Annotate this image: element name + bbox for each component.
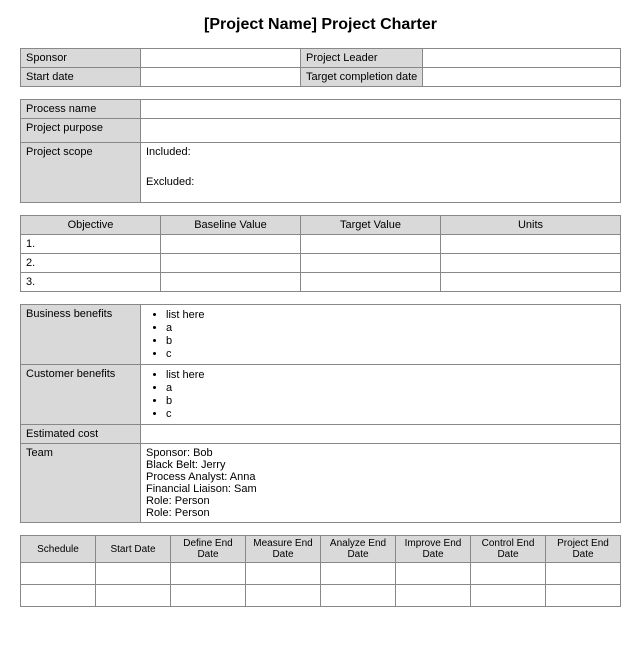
target-2 — [301, 254, 441, 273]
estimated-cost-label: Estimated cost — [21, 425, 141, 444]
schedule-row2-start — [96, 585, 171, 607]
project-leader-label: Project Leader — [301, 49, 423, 68]
list-item: c — [166, 348, 615, 360]
list-item: b — [166, 335, 615, 347]
benefits-table: Business benefits list here a b c Custom… — [20, 304, 621, 523]
obj-2: 2. — [21, 254, 161, 273]
page-title: [Project Name] Project Charter — [20, 16, 621, 34]
schedule-row1-control — [471, 563, 546, 585]
business-benefits-label: Business benefits — [21, 305, 141, 365]
table-row — [21, 563, 621, 585]
units-1 — [441, 235, 621, 254]
target-1 — [301, 235, 441, 254]
improve-end-date-header: Improve End Date — [396, 536, 471, 563]
units-header: Units — [441, 216, 621, 235]
included-label: Included: — [146, 146, 615, 158]
schedule-row1-analyze — [321, 563, 396, 585]
baseline-2 — [161, 254, 301, 273]
schedule-table: Schedule Start Date Define End Date Meas… — [20, 535, 621, 607]
objectives-table: Objective Baseline Value Target Value Un… — [20, 215, 621, 292]
project-scope-label: Project scope — [21, 143, 141, 203]
define-end-date-header: Define End Date — [171, 536, 246, 563]
list-item: a — [166, 382, 615, 394]
process-name-label: Process name — [21, 100, 141, 119]
measure-end-date-header: Measure End Date — [246, 536, 321, 563]
baseline-1 — [161, 235, 301, 254]
units-3 — [441, 273, 621, 292]
team-label: Team — [21, 444, 141, 523]
schedule-row1-project — [546, 563, 621, 585]
start-date-label: Start date — [21, 68, 141, 87]
table-row: 1. — [21, 235, 621, 254]
project-purpose-value — [141, 119, 621, 143]
schedule-row1-improve — [396, 563, 471, 585]
project-end-date-header: Project End Date — [546, 536, 621, 563]
schedule-row1-schedule — [21, 563, 96, 585]
sponsor-value — [141, 49, 301, 68]
schedule-row1-define — [171, 563, 246, 585]
obj-3: 3. — [21, 273, 161, 292]
process-name-value — [141, 100, 621, 119]
units-2 — [441, 254, 621, 273]
team-value: Sponsor: Bob Black Belt: Jerry Process A… — [141, 444, 621, 523]
list-item: list here — [166, 309, 615, 321]
table-row — [21, 585, 621, 607]
project-purpose-label: Project purpose — [21, 119, 141, 143]
schedule-row2-define — [171, 585, 246, 607]
schedule-row2-schedule — [21, 585, 96, 607]
schedule-row2-improve — [396, 585, 471, 607]
schedule-row2-analyze — [321, 585, 396, 607]
schedule-row2-project — [546, 585, 621, 607]
obj-1: 1. — [21, 235, 161, 254]
target-completion-value — [423, 68, 621, 87]
list-item: b — [166, 395, 615, 407]
sponsor-label: Sponsor — [21, 49, 141, 68]
start-date-header: Start Date — [96, 536, 171, 563]
target-header: Target Value — [301, 216, 441, 235]
customer-benefits-value: list here a b c — [141, 365, 621, 425]
business-benefits-value: list here a b c — [141, 305, 621, 365]
schedule-row2-control — [471, 585, 546, 607]
list-item: list here — [166, 369, 615, 381]
schedule-header: Schedule — [21, 536, 96, 563]
project-scope-value: Included: Excluded: — [141, 143, 621, 203]
baseline-header: Baseline Value — [161, 216, 301, 235]
analyze-end-date-header: Analyze End Date — [321, 536, 396, 563]
table-row: 2. — [21, 254, 621, 273]
schedule-row2-measure — [246, 585, 321, 607]
excluded-label: Excluded: — [146, 176, 615, 188]
schedule-row1-start — [96, 563, 171, 585]
target-3 — [301, 273, 441, 292]
list-item: a — [166, 322, 615, 334]
target-completion-label: Target completion date — [301, 68, 423, 87]
customer-benefits-label: Customer benefits — [21, 365, 141, 425]
start-date-value — [141, 68, 301, 87]
project-leader-value — [423, 49, 621, 68]
table-row: 3. — [21, 273, 621, 292]
schedule-row1-measure — [246, 563, 321, 585]
list-item: c — [166, 408, 615, 420]
info-table: Sponsor Project Leader Start date Target… — [20, 48, 621, 87]
details-table: Process name Project purpose Project sco… — [20, 99, 621, 203]
estimated-cost-value — [141, 425, 621, 444]
control-end-date-header: Control End Date — [471, 536, 546, 563]
objective-header: Objective — [21, 216, 161, 235]
baseline-3 — [161, 273, 301, 292]
